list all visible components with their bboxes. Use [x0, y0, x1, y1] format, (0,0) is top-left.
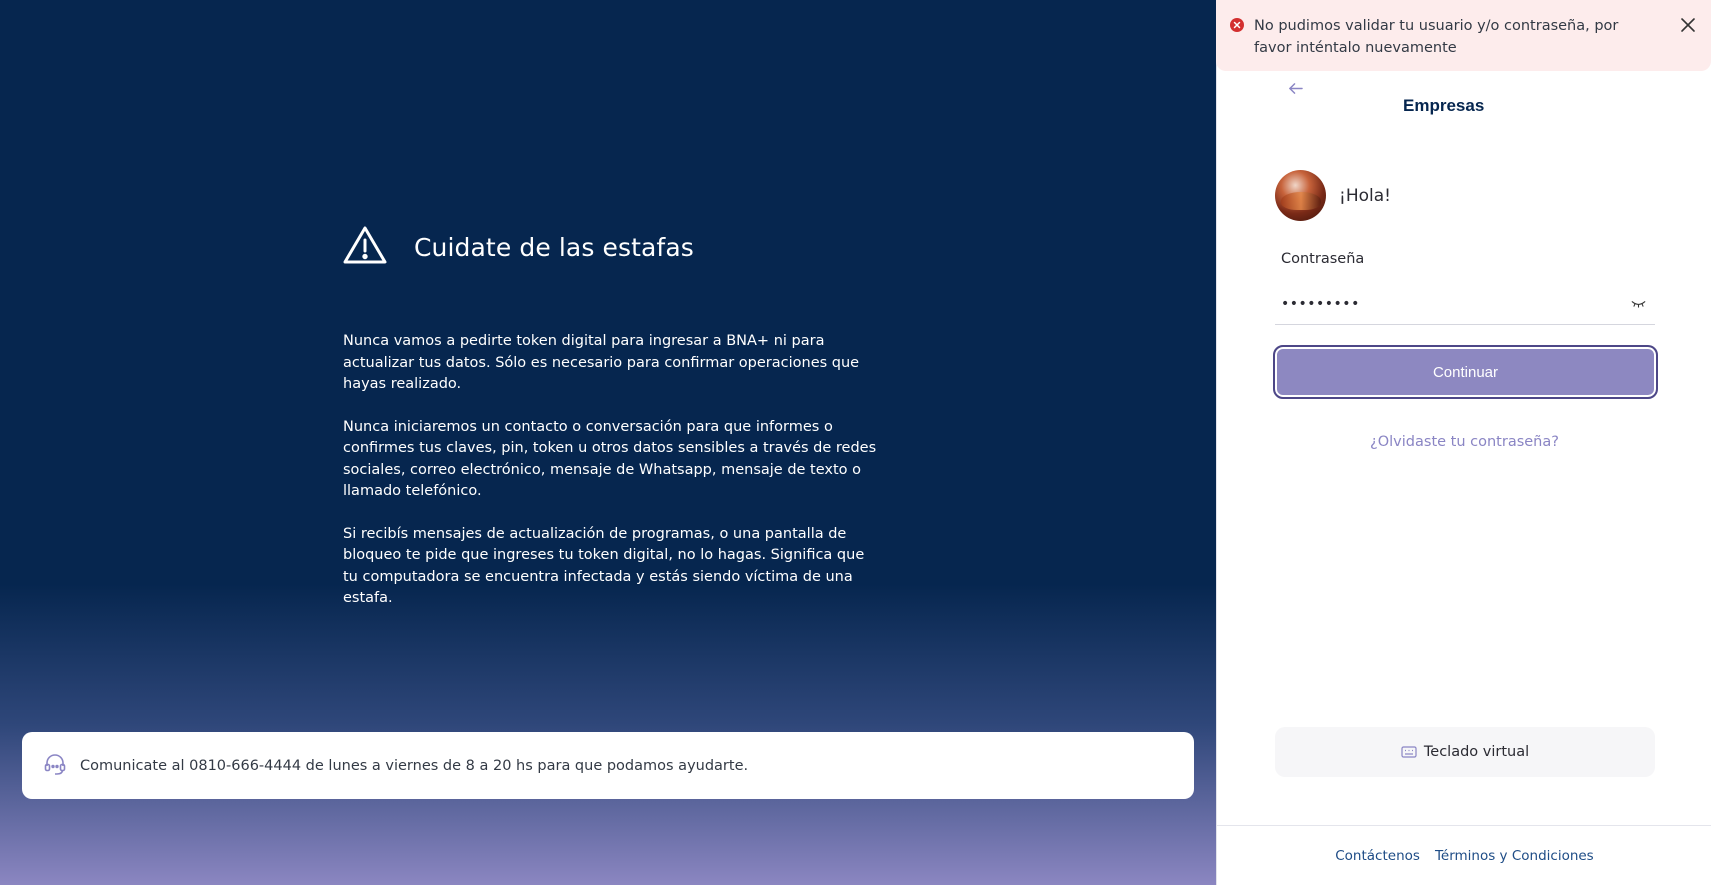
warning-paragraph: Nunca vamos a pedirte token digital para…: [343, 333, 860, 392]
headset-icon: [42, 751, 80, 781]
logo-bottom-text: Empresas: [1403, 96, 1485, 115]
password-label: Contraseña: [1281, 251, 1365, 267]
avatar: [1275, 170, 1326, 221]
arrow-left-icon: [1288, 82, 1303, 94]
greeting: ¡Hola!: [1339, 185, 1391, 206]
user-row: ¡Hola!: [1275, 170, 1391, 221]
eye-closed-icon[interactable]: [1621, 294, 1655, 314]
security-info-panel: Cuidate de las estafas Nunca vamos a ped…: [0, 0, 1216, 885]
warning-title: Cuidate de las estafas: [414, 232, 694, 262]
password-input[interactable]: •••••••••: [1281, 296, 1621, 312]
back-button[interactable]: [1283, 78, 1307, 98]
virtual-keyboard-label: Teclado virtual: [1423, 744, 1530, 760]
footer-link-contact[interactable]: Contáctenos: [1335, 848, 1420, 864]
close-icon[interactable]: [1677, 14, 1699, 36]
error-toast: No pudimos validar tu usuario y/o contra…: [1216, 0, 1711, 71]
footer-link-terms[interactable]: Términos y Condiciones: [1435, 848, 1594, 864]
forgot-password-link[interactable]: ¿Olvidaste tu contraseña?: [1217, 434, 1711, 450]
contact-text: Comunicate al 0810-666-4444 de lunes a v…: [80, 757, 749, 774]
warning-paragraph: Nunca iniciaremos un contacto o conversa…: [343, 418, 877, 500]
warning-body: Nunca vamos a pedirte token digital para…: [343, 331, 883, 631]
password-field[interactable]: •••••••••: [1275, 283, 1655, 325]
keyboard-icon: [1401, 746, 1417, 758]
warning-header: Cuidate de las estafas: [342, 224, 694, 270]
warning-triangle-icon: [342, 224, 388, 270]
error-icon: [1230, 18, 1244, 32]
toast-message: No pudimos validar tu usuario y/o contra…: [1254, 18, 1619, 56]
virtual-keyboard-button[interactable]: Teclado virtual: [1275, 727, 1655, 777]
footer: Contáctenos Términos y Condiciones: [1217, 825, 1711, 885]
warning-paragraph: Si recibís mensajes de actualización de …: [343, 525, 865, 607]
login-panel: BNA+ Empresas ¡Hola! Contraseña ••••••••…: [1216, 0, 1711, 885]
contact-bar: Comunicate al 0810-666-4444 de lunes a v…: [22, 732, 1194, 799]
continue-button[interactable]: Continuar: [1273, 345, 1658, 399]
